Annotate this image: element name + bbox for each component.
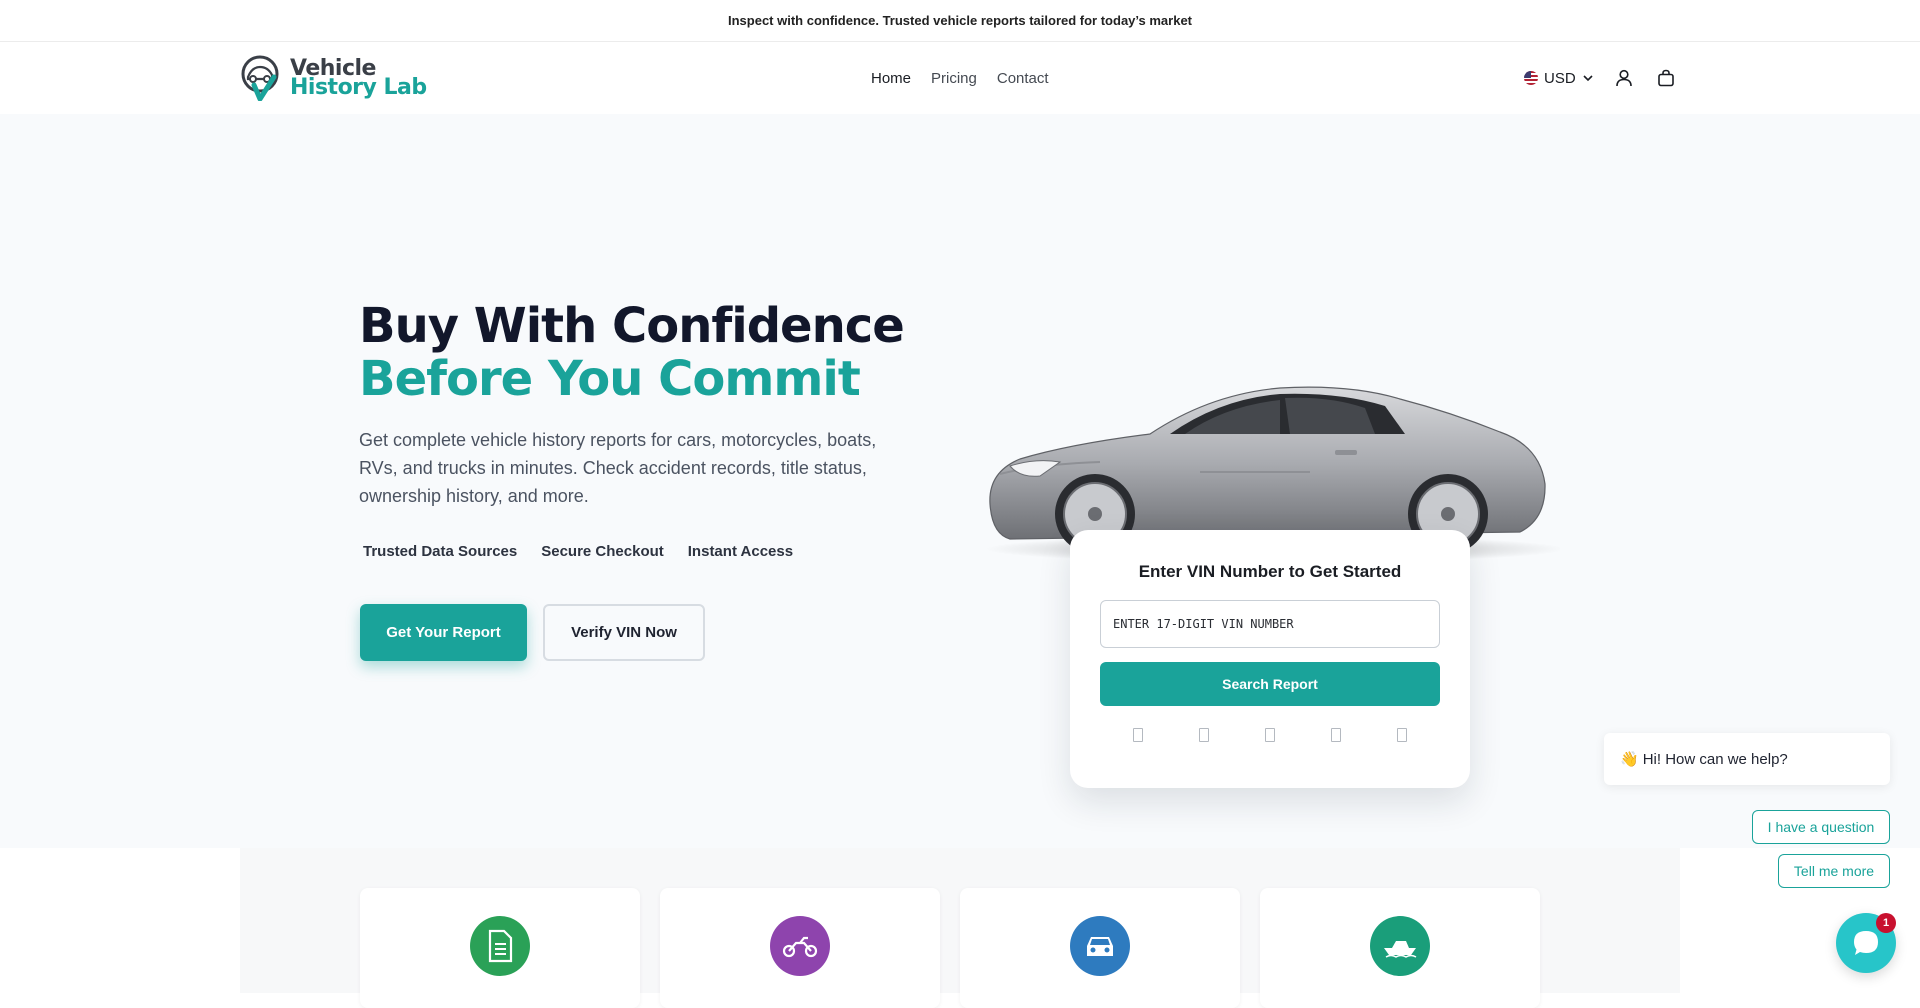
hero-title: Buy With Confidence Before You Commit bbox=[359, 298, 905, 407]
logo-text: Vehicle History Lab bbox=[290, 58, 427, 100]
badge-label: Instant Access bbox=[687, 543, 794, 560]
features-container bbox=[240, 848, 1680, 1008]
chat-unread-badge: 1 bbox=[1876, 913, 1896, 933]
hero-subtitle: Get complete vehicle history reports for… bbox=[359, 430, 877, 506]
currency-selector[interactable]: USD bbox=[1524, 70, 1594, 87]
currency-label: USD bbox=[1544, 69, 1576, 87]
badge-secure-checkout: Secure Checkout bbox=[537, 543, 664, 560]
user-icon[interactable] bbox=[1612, 66, 1636, 90]
vehicle-type-icon[interactable] bbox=[1133, 728, 1143, 742]
main-nav: Home Pricing Contact bbox=[871, 70, 1049, 87]
chat-option-tell-more[interactable]: Tell me more bbox=[1778, 854, 1890, 888]
badge-trusted-data: Trusted Data Sources bbox=[359, 543, 517, 560]
verify-vin-button[interactable]: Verify VIN Now bbox=[543, 604, 705, 661]
us-flag-icon bbox=[1524, 71, 1538, 85]
chat-greeting-bubble: 👋 Hi! How can we help? bbox=[1604, 733, 1890, 785]
feature-card-reports[interactable] bbox=[360, 888, 640, 1008]
logo-line2: History Lab bbox=[290, 75, 427, 100]
site-header: Vehicle History Lab Home Pricing Contact… bbox=[0, 42, 1920, 114]
wave-icon: 👋 bbox=[1620, 751, 1639, 768]
header-actions: USD bbox=[1524, 66, 1678, 90]
vehicle-type-icon[interactable] bbox=[1331, 728, 1341, 742]
search-report-button[interactable]: Search Report bbox=[1100, 662, 1440, 706]
badge-label: Trusted Data Sources bbox=[363, 543, 518, 560]
vehicle-type-icons bbox=[1133, 728, 1407, 742]
trust-badges: Trusted Data Sources Secure Checkout Ins… bbox=[359, 543, 793, 560]
hero-title-line2: Before You Commit bbox=[359, 351, 861, 407]
logo-pin-icon bbox=[241, 55, 279, 101]
vin-search-card: Enter VIN Number to Get Started Search R… bbox=[1070, 530, 1470, 788]
nav-pricing[interactable]: Pricing bbox=[931, 70, 977, 87]
chat-greeting-text: Hi! How can we help? bbox=[1642, 750, 1788, 768]
chat-bubble-icon bbox=[1854, 931, 1878, 955]
document-icon bbox=[470, 916, 530, 976]
logo[interactable]: Vehicle History Lab bbox=[240, 55, 427, 101]
badge-label: Secure Checkout bbox=[541, 543, 664, 560]
vin-card-title: Enter VIN Number to Get Started bbox=[1138, 562, 1402, 581]
hero-title-line1: Buy With Confidence bbox=[359, 298, 905, 354]
features-section bbox=[0, 848, 1920, 1008]
vin-input[interactable] bbox=[1100, 600, 1440, 648]
announcement-bar: Inspect with confidence. Trusted vehicle… bbox=[0, 0, 1920, 42]
feature-card-motorcycles[interactable] bbox=[660, 888, 940, 1008]
vehicle-type-icon[interactable] bbox=[1397, 728, 1407, 742]
vehicle-type-icon[interactable] bbox=[1199, 728, 1209, 742]
feature-card-cars[interactable] bbox=[960, 888, 1240, 1008]
announcement-text: Inspect with confidence. Trusted vehicle… bbox=[727, 13, 1193, 28]
nav-home[interactable]: Home bbox=[871, 70, 911, 87]
boat-icon bbox=[1370, 916, 1430, 976]
nav-contact[interactable]: Contact bbox=[997, 70, 1049, 87]
bag-icon[interactable] bbox=[1654, 66, 1678, 90]
get-report-button[interactable]: Get Your Report bbox=[360, 604, 527, 661]
chevron-down-icon bbox=[1583, 75, 1593, 82]
motorcycle-icon bbox=[770, 916, 830, 976]
car-icon bbox=[1070, 916, 1130, 976]
feature-card-boats[interactable] bbox=[1260, 888, 1540, 1008]
badge-instant-access: Instant Access bbox=[684, 543, 793, 560]
vehicle-type-icon[interactable] bbox=[1265, 728, 1275, 742]
chat-option-question[interactable]: I have a question bbox=[1752, 810, 1890, 844]
